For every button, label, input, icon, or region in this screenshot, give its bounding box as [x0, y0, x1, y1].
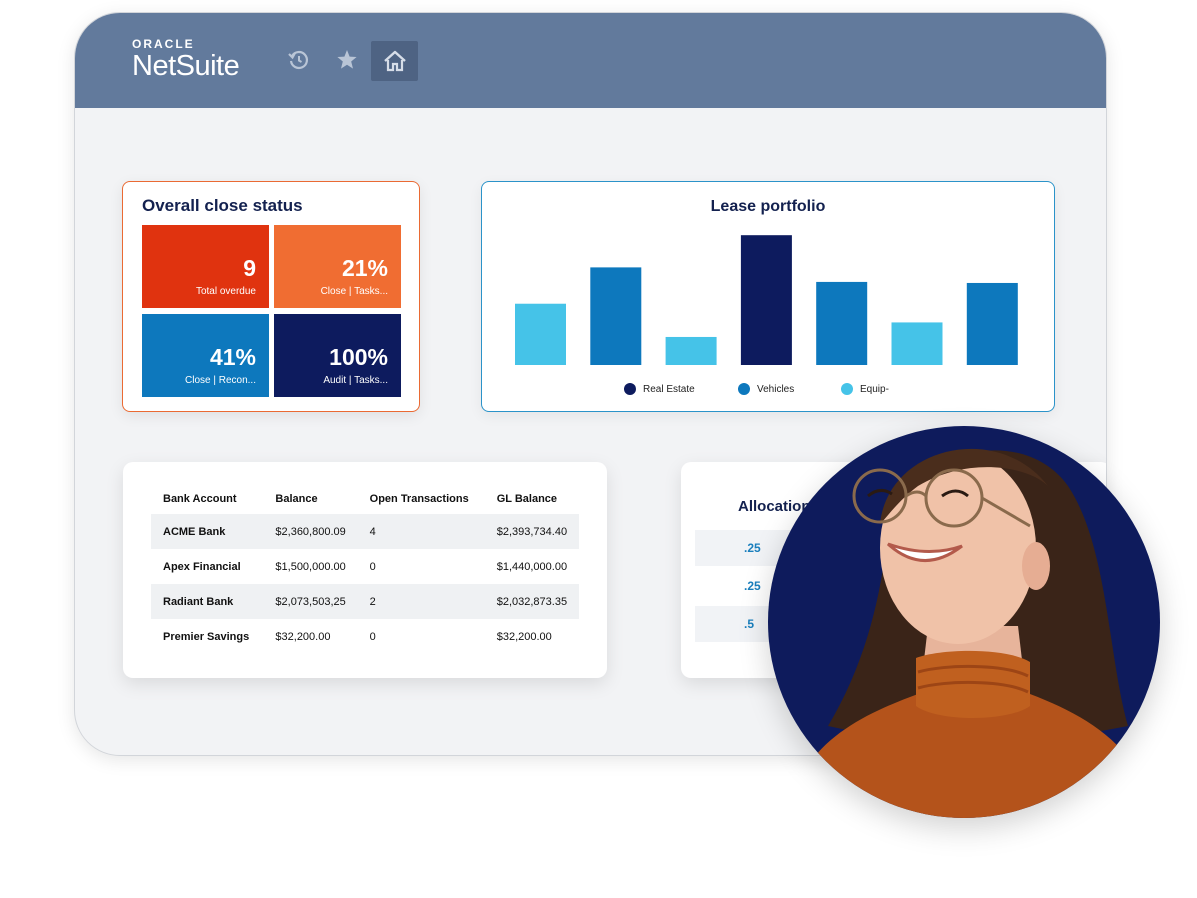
column-header-gl-balance[interactable]: GL Balance — [485, 484, 579, 514]
allocation-value: .5 — [744, 617, 755, 631]
woman-with-glasses-photo — [768, 426, 1160, 818]
legend-swatch — [841, 383, 853, 395]
cell-open-transactions: 0 — [369, 560, 376, 573]
tile-value: 41% — [209, 344, 256, 370]
cell-balance: $32,200.00 — [275, 630, 331, 643]
table-row[interactable]: Premier Savings $32,200.00 0 $32,200.00 — [151, 619, 579, 654]
home-icon — [383, 50, 406, 72]
table-row[interactable]: Radiant Bank $2,073,503,25 2 $2,032,873.… — [151, 584, 579, 619]
tile-value: 21% — [341, 255, 388, 281]
logo-oracle-text: ORACLE — [132, 37, 195, 51]
tile-close-tasks[interactable]: 21% Close | Tasks... — [274, 225, 401, 308]
tile-label: Close | Recon... — [185, 375, 256, 386]
bank-accounts-card: Bank Account Balance Open Transactions G… — [123, 462, 607, 678]
cell-bank-account: Premier Savings — [163, 630, 250, 643]
legend-item-equip[interactable]: Equip- — [841, 383, 889, 395]
lease-bar-3[interactable] — [665, 336, 717, 365]
lease-bar-4[interactable] — [740, 235, 792, 365]
lease-portfolio-card: Lease portfolio Real Estate Vehicles Equ… — [481, 181, 1055, 412]
cell-gl-balance: $2,393,734.40 — [484, 514, 579, 549]
cell-balance: $1,500,000.00 — [275, 560, 346, 573]
cell-open-transactions: 0 — [369, 630, 376, 643]
lease-bar-2[interactable] — [590, 267, 642, 365]
column-header-bank-account[interactable]: Bank Account — [151, 484, 263, 514]
cell-balance: $2,360,800.09 — [263, 514, 358, 549]
top-bar: ORACLE NetSuite — [75, 13, 1106, 108]
legend-label: Real Estate — [643, 383, 695, 395]
cell-gl-balance: $32,200.00 — [496, 630, 552, 643]
column-header-open-transactions[interactable]: Open Transactions — [358, 484, 485, 514]
table-row[interactable]: ACME Bank $2,360,800.09 4 $2,393,734.40 — [151, 514, 579, 549]
tile-total-overdue[interactable]: 9 Total overdue — [142, 225, 269, 308]
lease-bar-6[interactable] — [891, 322, 943, 365]
close-status-title: Overall close status — [142, 196, 303, 215]
star-icon[interactable] — [333, 46, 361, 74]
tile-label: Total overdue — [195, 286, 256, 297]
home-button[interactable] — [371, 41, 418, 81]
tile-value: 9 — [243, 255, 256, 281]
tile-value: 100% — [329, 344, 388, 370]
lease-bar-1[interactable] — [515, 303, 566, 365]
legend-swatch — [738, 383, 750, 395]
table-row[interactable]: Apex Financial $1,500,000.00 0 $1,440,00… — [151, 549, 579, 584]
tile-label: Audit | Tasks... — [323, 375, 388, 386]
cell-bank-account: Radiant Bank — [151, 584, 264, 619]
bank-accounts-table: Bank Account Balance Open Transactions G… — [151, 484, 579, 654]
history-icon[interactable] — [285, 46, 313, 74]
logo-netsuite-text: NetSuite — [132, 50, 240, 82]
legend-item-vehicles[interactable]: Vehicles — [738, 383, 794, 395]
legend-label: Vehicles — [757, 383, 795, 395]
cell-gl-balance: $2,032,873.35 — [484, 584, 579, 619]
cell-bank-account: Apex Financial — [163, 560, 241, 573]
allocation-title: Allocation — [738, 498, 811, 515]
cell-gl-balance: $1,440,000.00 — [496, 560, 568, 573]
cell-open-transactions: 2 — [357, 584, 485, 619]
tile-label: Close | Tasks... — [320, 286, 388, 297]
cell-bank-account: ACME Bank — [151, 514, 264, 549]
legend-item-real-estate[interactable]: Real Estate — [624, 383, 695, 395]
tile-audit-tasks[interactable]: 100% Audit | Tasks... — [274, 314, 401, 397]
netsuite-logo[interactable]: ORACLE NetSuite — [132, 37, 240, 83]
cell-balance: $2,073,503,25 — [263, 584, 358, 619]
cell-open-transactions: 4 — [357, 514, 485, 549]
lease-bar-7[interactable] — [966, 282, 1018, 365]
lease-portfolio-chart — [515, 235, 1018, 365]
close-status-card: Overall close status 9 Total overdue 21%… — [122, 181, 420, 412]
table-header-row: Bank Account Balance Open Transactions G… — [151, 484, 579, 514]
legend-swatch — [624, 383, 636, 395]
allocation-value: .25 — [744, 541, 761, 555]
allocation-value: .25 — [744, 579, 761, 593]
lease-bar-5[interactable] — [816, 281, 868, 365]
portrait-illustration — [788, 448, 1160, 818]
legend-label: Equip- — [860, 383, 889, 395]
tile-close-recon[interactable]: 41% Close | Recon... — [142, 314, 269, 397]
column-header-balance[interactable]: Balance — [263, 484, 357, 514]
